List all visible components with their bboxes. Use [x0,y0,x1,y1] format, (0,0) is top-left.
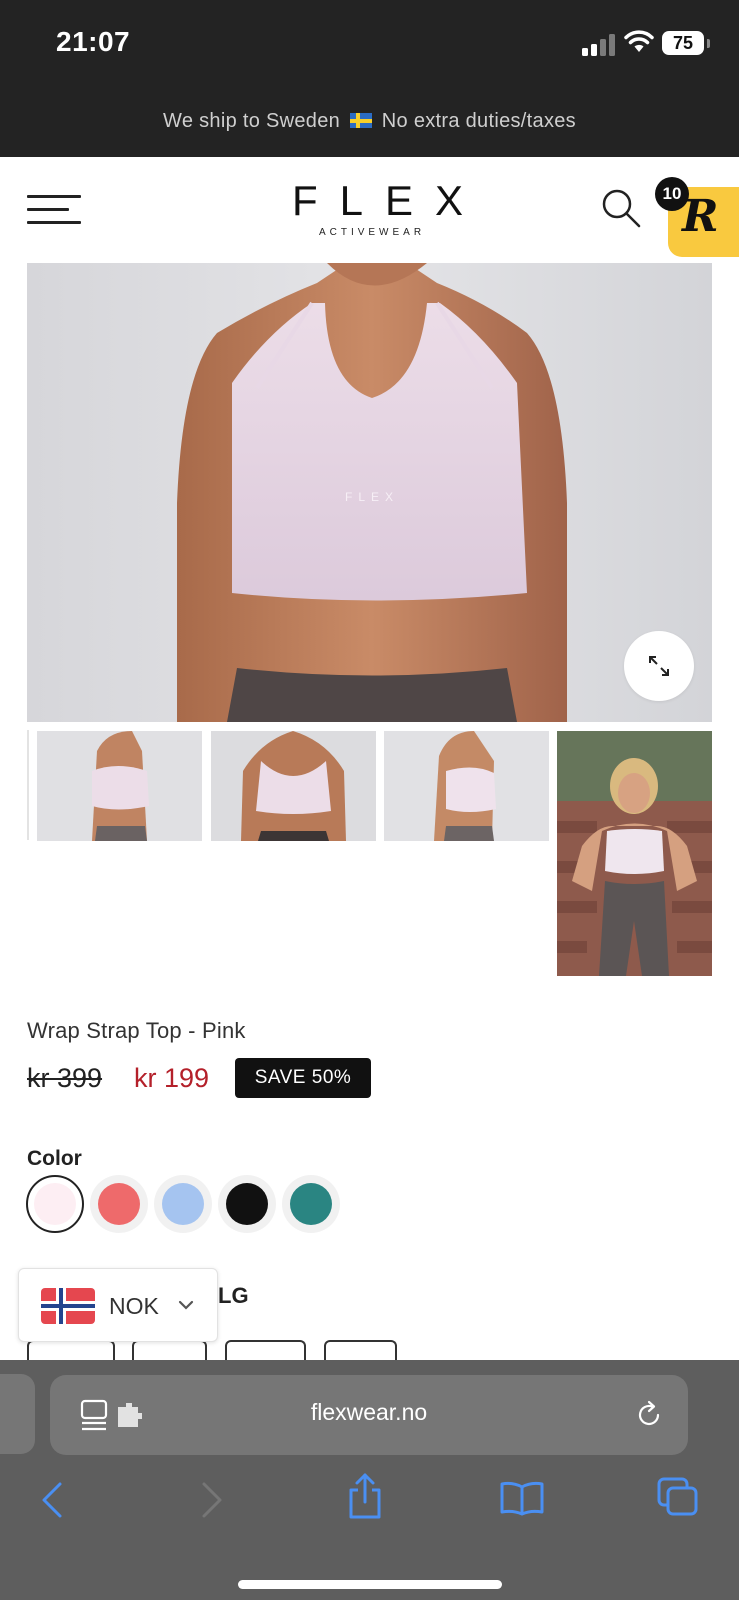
size-label: LG [218,1283,249,1308]
thumbnail-full-body-view[interactable] [557,731,712,976]
battery-icon: 75 [662,31,710,55]
currency-selector[interactable]: NOK [18,1268,218,1342]
wifi-icon [624,30,654,52]
hamburger-menu-icon[interactable] [27,195,81,225]
original-price: kr 399 [27,1063,103,1093]
status-bar: 21:07 75 [0,0,739,90]
status-time: 21:07 [56,26,131,57]
bookmarks-icon[interactable] [499,1480,545,1516]
cellular-signal-icon [582,34,616,56]
logo-wordmark: FLEX [292,177,486,224]
share-icon[interactable] [346,1472,384,1520]
product-main-image[interactable]: FLEX [27,263,712,722]
expand-icon [649,656,669,676]
chevron-down-icon [178,1300,194,1310]
shipping-banner[interactable]: We ship to Sweden No extra duties/taxes [0,90,739,157]
back-icon[interactable] [38,1480,68,1520]
sale-price: kr 199 [134,1063,210,1093]
expand-image-button[interactable] [624,631,694,701]
address-bar[interactable]: flexwear.no [50,1375,688,1455]
search-icon[interactable] [600,187,642,229]
currency-code: NOK [109,1293,159,1319]
site-header: FLEX ACTIVEWEAR 10 R [0,157,739,261]
thumbnail-front-view[interactable] [211,731,376,841]
url-text: flexwear.no [310,1399,428,1425]
logo-tagline: ACTIVEWEAR [318,227,426,238]
product-title: Wrap Strap Top - Pink [27,1018,246,1043]
color-label: Color [27,1147,82,1170]
duties-text: No extra duties/taxes [381,110,576,132]
norway-flag-icon [41,1288,95,1324]
product-photo: FLEX [27,263,712,722]
tabs-icon[interactable] [656,1476,700,1518]
forward-icon[interactable] [196,1480,226,1520]
svg-text:FLEX: FLEX [345,490,399,504]
color-swatch-light-blue[interactable] [154,1175,212,1233]
browser-chrome: flexwear.no [0,1360,739,1600]
thumbnail-side-view[interactable] [37,731,202,841]
flex-logo[interactable]: FLEX ACTIVEWEAR [270,177,486,239]
previous-tab-preview[interactable] [0,1374,35,1454]
sweden-flag-icon [349,113,372,128]
reload-icon[interactable] [634,1400,664,1430]
shipping-text: We ship to Sweden [163,110,341,132]
cart-count-badge[interactable]: 10 [655,177,689,211]
thumbnail-side-view-2[interactable] [384,731,549,841]
color-swatch-coral[interactable] [90,1175,148,1233]
thumbnail-edge [27,730,29,840]
discount-badge: SAVE 50% [235,1058,371,1098]
color-swatch-pink[interactable] [26,1175,84,1233]
color-swatch-black[interactable] [218,1175,276,1233]
color-swatch-teal[interactable] [282,1175,340,1233]
home-indicator[interactable] [238,1580,502,1589]
